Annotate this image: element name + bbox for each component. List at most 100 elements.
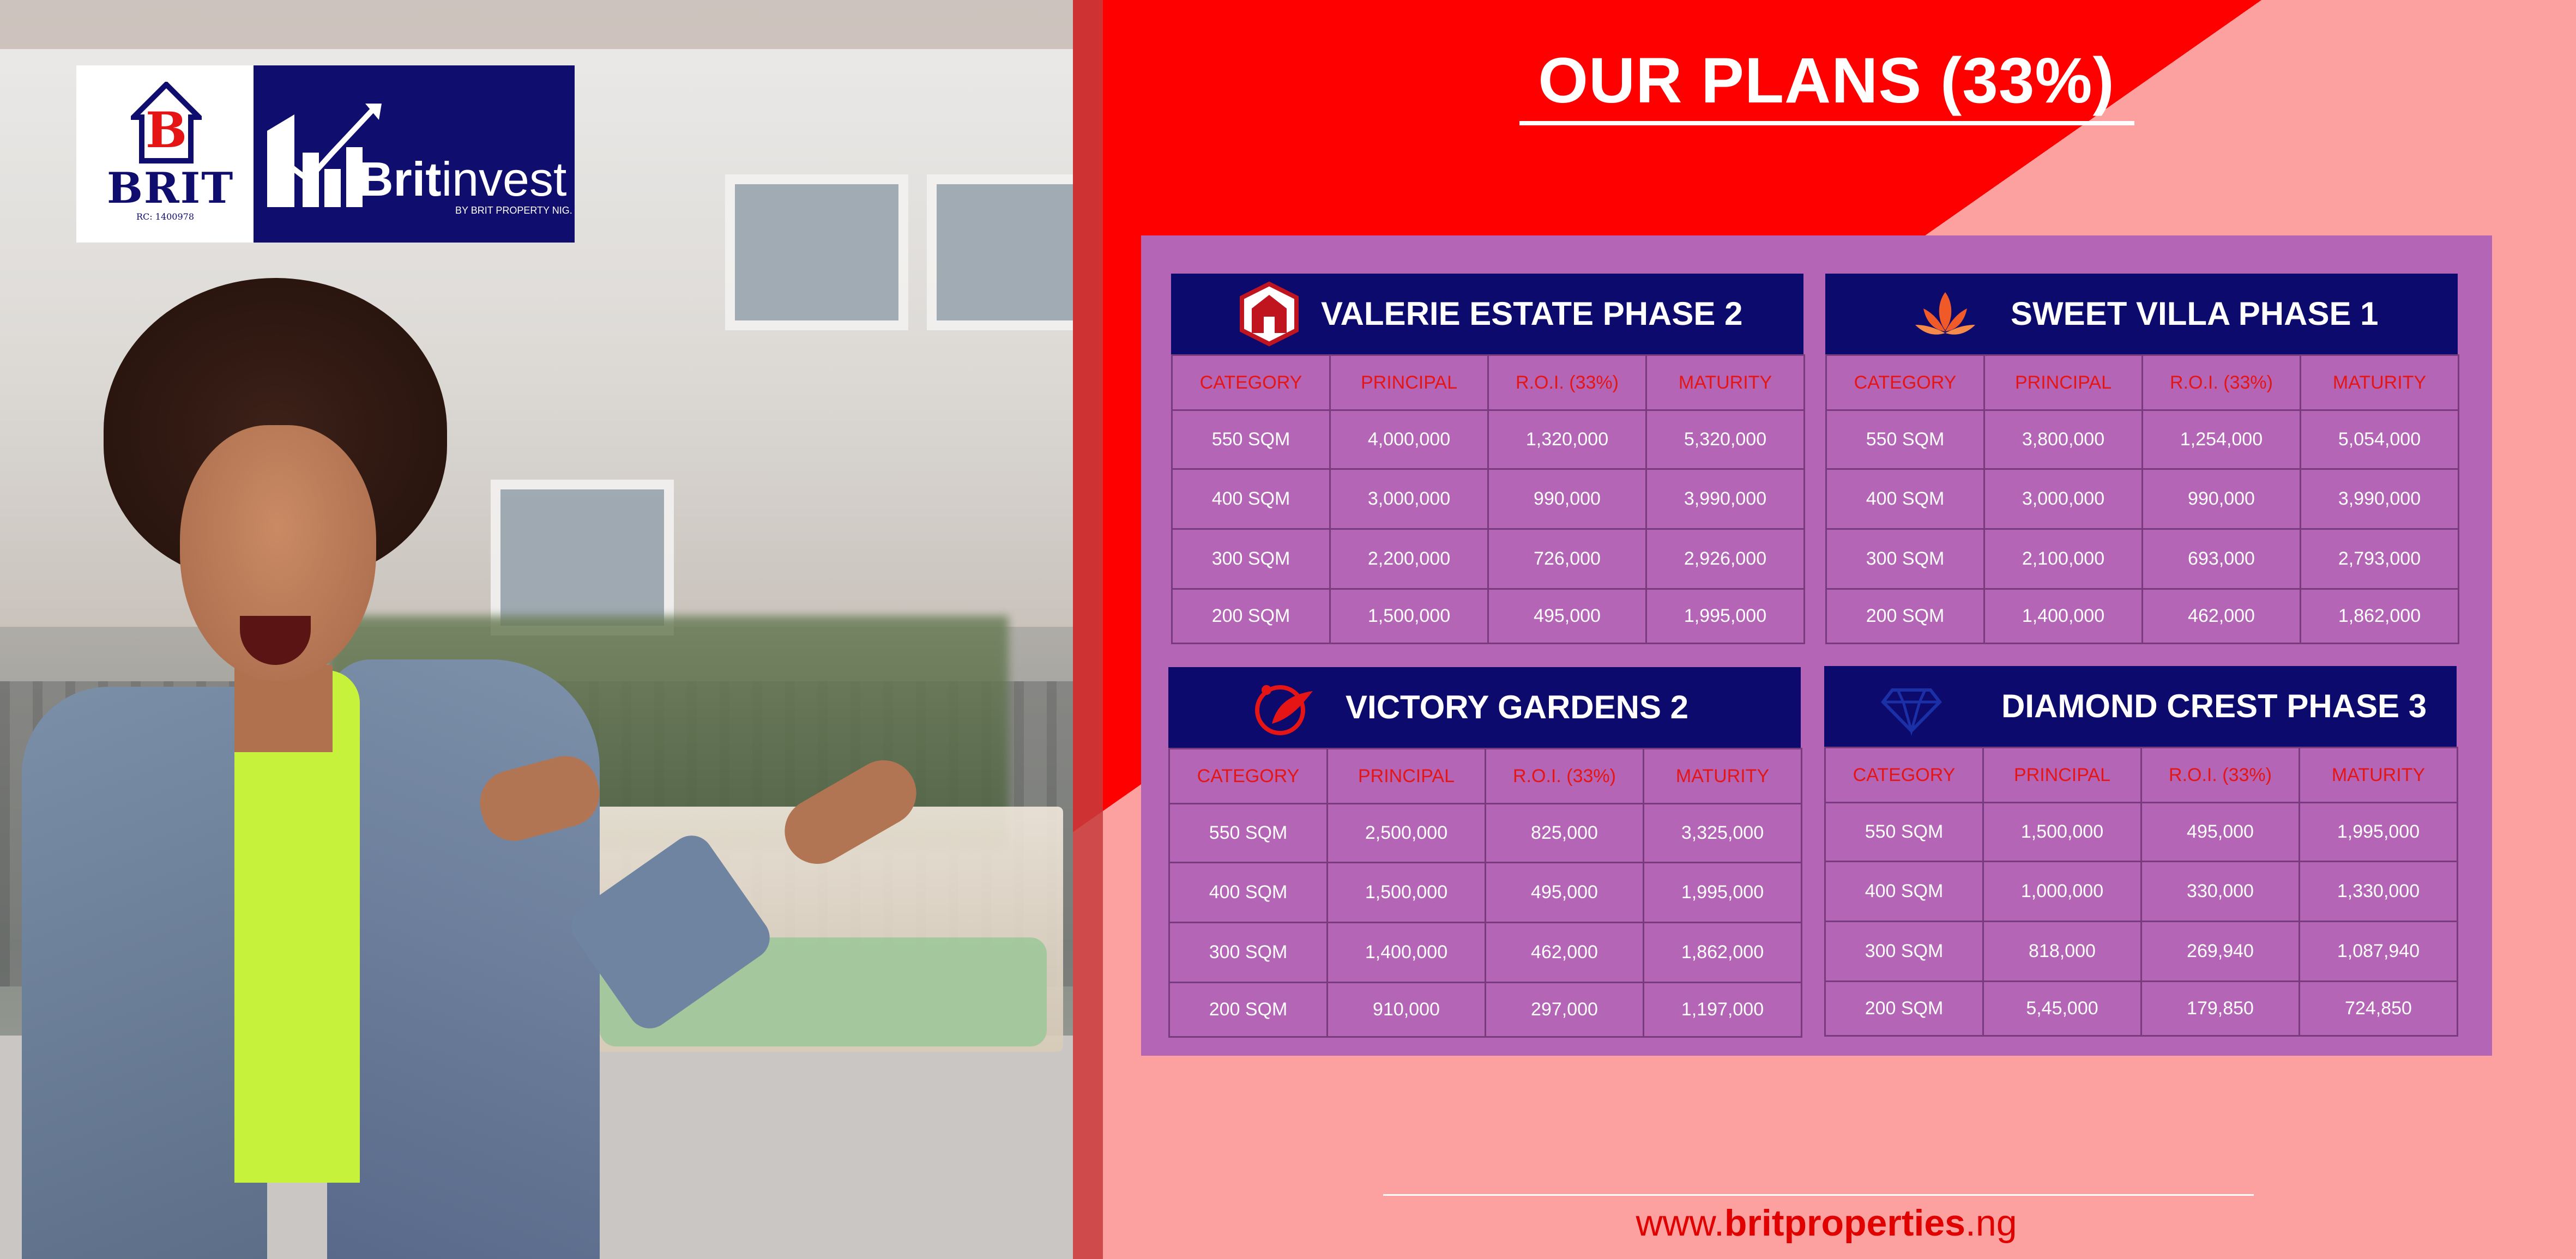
plan-table: CATEGORY PRINCIPAL R.O.I. (33%) MATURITY 55… — [1824, 747, 2458, 1037]
cell: 3,000,000 — [1983, 468, 2143, 530]
cell: 1,862,000 — [1643, 922, 1802, 983]
cell: 2,500,000 — [1326, 803, 1486, 863]
cell: 910,000 — [1326, 982, 1486, 1038]
svg-text:B: B — [146, 101, 187, 159]
cell: 200 SQM — [1825, 588, 1985, 644]
table-row: 400 SQM 3,000,000 990,000 3,990,000 — [1825, 468, 2459, 530]
plans-panel: VALERIE ESTATE PHASE 2 CATEGORY PRINCIPAL… — [1141, 235, 2492, 1056]
cell: 5,320,000 — [1645, 409, 1805, 470]
cell: 300 SQM — [1168, 922, 1328, 983]
cell: 1,500,000 — [1326, 862, 1486, 923]
house-window — [725, 174, 908, 330]
col-header-category: CATEGORY — [1168, 748, 1328, 804]
cell: 269,940 — [2140, 921, 2300, 982]
plan-title: SWEET VILLA PHASE 1 — [2011, 295, 2379, 332]
col-header-category: CATEGORY — [1825, 354, 1985, 411]
roof — [0, 0, 1073, 49]
table-row: 550 SQM 3,800,000 1,254,000 5,054,000 — [1825, 409, 2459, 470]
table-row: 400 SQM 1,000,000 330,000 1,330,000 — [1824, 861, 2458, 922]
cell: 1,087,940 — [2299, 921, 2458, 982]
table-row: 200 SQM 910,000 297,000 1,197,000 — [1168, 982, 1802, 1038]
cell: 5,054,000 — [2300, 409, 2459, 470]
plan-table: CATEGORY PRINCIPAL R.O.I. (33%) MATURITY 55… — [1825, 354, 2459, 644]
cell: 1,995,000 — [2299, 802, 2458, 862]
divider-strip — [1073, 0, 1103, 1259]
cell: 4,000,000 — [1329, 409, 1489, 470]
plan-card-header: VICTORY GARDENS 2 — [1168, 667, 1801, 748]
cell: 1,400,000 — [1983, 588, 2143, 644]
col-header-roi: R.O.I. (33%) — [2141, 354, 2301, 411]
cell: 3,325,000 — [1643, 803, 1802, 863]
plan-card-header: DIAMOND CREST PHASE 3 — [1824, 666, 2457, 747]
cell: 1,500,000 — [1982, 802, 2142, 862]
table-row: 400 SQM 3,000,000 990,000 3,990,000 — [1171, 468, 1805, 530]
house-window — [491, 480, 674, 635]
cell: 1,995,000 — [1643, 862, 1802, 923]
brit-logo-box: B BRIT RC: 1400978 — [76, 65, 254, 243]
plan-card-header: VALERIE ESTATE PHASE 2 — [1171, 274, 1803, 354]
col-header-principal: PRINCIPAL — [1982, 747, 2142, 803]
cell: 495,000 — [2140, 802, 2300, 862]
cell: 179,850 — [2140, 980, 2300, 1037]
cell: 3,990,000 — [1645, 468, 1805, 530]
col-header-maturity: MATURITY — [2299, 747, 2458, 803]
col-header-maturity: MATURITY — [1643, 748, 1802, 804]
cell: 462,000 — [2141, 588, 2301, 644]
cell: 1,330,000 — [2299, 861, 2458, 922]
britinvest-wordmark: Britinvest — [359, 152, 566, 207]
cell: 1,197,000 — [1643, 982, 1802, 1038]
cell: 550 SQM — [1825, 409, 1985, 470]
col-header-roi: R.O.I. (33%) — [2140, 747, 2300, 803]
website-prefix: www. — [1636, 1202, 1724, 1244]
cell: 495,000 — [1487, 588, 1647, 644]
cell: 2,793,000 — [2300, 528, 2459, 590]
cell: 400 SQM — [1168, 862, 1328, 923]
table-row: 200 SQM 1,500,000 495,000 1,995,000 — [1171, 588, 1805, 644]
plan-table: CATEGORY PRINCIPAL R.O.I. (33%) MATURITY 55… — [1168, 748, 1802, 1038]
cell: 2,100,000 — [1983, 528, 2143, 590]
cell: 400 SQM — [1825, 468, 1985, 530]
cell: 724,850 — [2299, 980, 2458, 1037]
col-header-roi: R.O.I. (33%) — [1487, 354, 1647, 411]
table-row: 300 SQM 1,400,000 462,000 1,862,000 — [1168, 922, 1802, 983]
wordmark-bold: Brit — [359, 152, 442, 206]
brand-logo: B BRIT RC: 1400978 Britinvest BY BRIT PR… — [76, 65, 575, 243]
house-shield-icon — [1240, 281, 1299, 347]
cell: 300 SQM — [1171, 528, 1331, 590]
brit-rc-number: RC: 1400978 — [136, 211, 195, 222]
person-jacket-right — [327, 659, 600, 1259]
cell: 462,000 — [1485, 922, 1644, 983]
cell: 3,800,000 — [1983, 409, 2143, 470]
cell: 2,200,000 — [1329, 528, 1489, 590]
cell: 726,000 — [1487, 528, 1647, 590]
house-logo-icon: B — [131, 82, 202, 164]
cell: 200 SQM — [1168, 982, 1328, 1038]
person-jacket-left — [22, 687, 267, 1259]
brit-logo-text: BRIT — [107, 164, 234, 213]
cell: 200 SQM — [1171, 588, 1331, 644]
cell: 1,254,000 — [2141, 409, 2301, 470]
plan-title: VALERIE ESTATE PHASE 2 — [1321, 295, 1743, 332]
cell: 1,500,000 — [1329, 588, 1489, 644]
website-link[interactable]: www.britproperties.ng — [1483, 1202, 2170, 1244]
table-row: 400 SQM 1,500,000 495,000 1,995,000 — [1168, 862, 1802, 923]
website-domain: britproperties — [1724, 1202, 1965, 1244]
cell: 297,000 — [1485, 982, 1644, 1038]
cell: 2,926,000 — [1645, 528, 1805, 590]
cell: 990,000 — [1487, 468, 1647, 530]
plan-table: CATEGORY PRINCIPAL R.O.I. (33%) MATURITY 55… — [1171, 354, 1805, 644]
cell: 990,000 — [2141, 468, 2301, 530]
diamond-icon — [1881, 688, 1942, 736]
cell: 200 SQM — [1824, 980, 1984, 1037]
footer-divider — [1383, 1194, 2254, 1196]
col-header-category: CATEGORY — [1824, 747, 1984, 803]
table-row: 200 SQM 5,45,000 179,850 724,850 — [1824, 980, 2458, 1037]
col-header-principal: PRINCIPAL — [1329, 354, 1489, 411]
table-row: 550 SQM 1,500,000 495,000 1,995,000 — [1824, 802, 2458, 862]
cell: 1,320,000 — [1487, 409, 1647, 470]
cell: 825,000 — [1485, 803, 1644, 863]
website-suffix: .ng — [1965, 1202, 2017, 1244]
cell: 1,862,000 — [2300, 588, 2459, 644]
cell: 1,995,000 — [1645, 588, 1805, 644]
cell: 300 SQM — [1825, 528, 1985, 590]
